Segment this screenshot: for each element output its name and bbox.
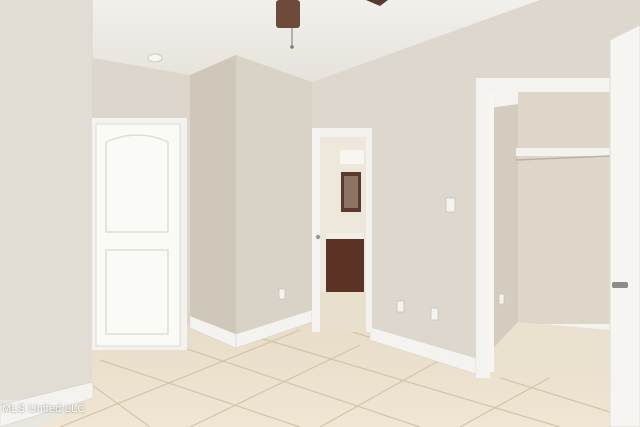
closet-side-wall	[490, 104, 518, 352]
vanity-top	[326, 233, 364, 239]
door-knob-icon[interactable]	[315, 234, 321, 240]
closet-trim	[488, 92, 494, 372]
door-knob-icon[interactable]	[612, 282, 628, 288]
open-door[interactable]	[609, 24, 640, 427]
outlet-icon[interactable]	[278, 288, 286, 300]
bath-floor	[320, 292, 366, 332]
watermark: MLS United LLC	[2, 403, 86, 415]
closet-back-wall	[518, 92, 610, 324]
left-wall	[0, 0, 93, 400]
closet-shelf	[516, 148, 610, 156]
outlet-icon[interactable]	[430, 307, 439, 321]
bath-light	[340, 150, 364, 164]
bath-vanity	[326, 236, 364, 292]
smoke-detector-icon	[147, 53, 163, 63]
outlet-icon[interactable]	[396, 300, 405, 313]
mirror-glass	[344, 176, 358, 208]
room-photo: MLS United LLC	[0, 0, 640, 427]
light-switch-icon[interactable]	[445, 197, 456, 213]
room-illustration	[0, 0, 640, 427]
column-front	[236, 55, 312, 345]
column-side	[190, 55, 236, 345]
outlet-icon[interactable]	[498, 293, 505, 305]
bath-door-edge[interactable]	[312, 128, 319, 332]
